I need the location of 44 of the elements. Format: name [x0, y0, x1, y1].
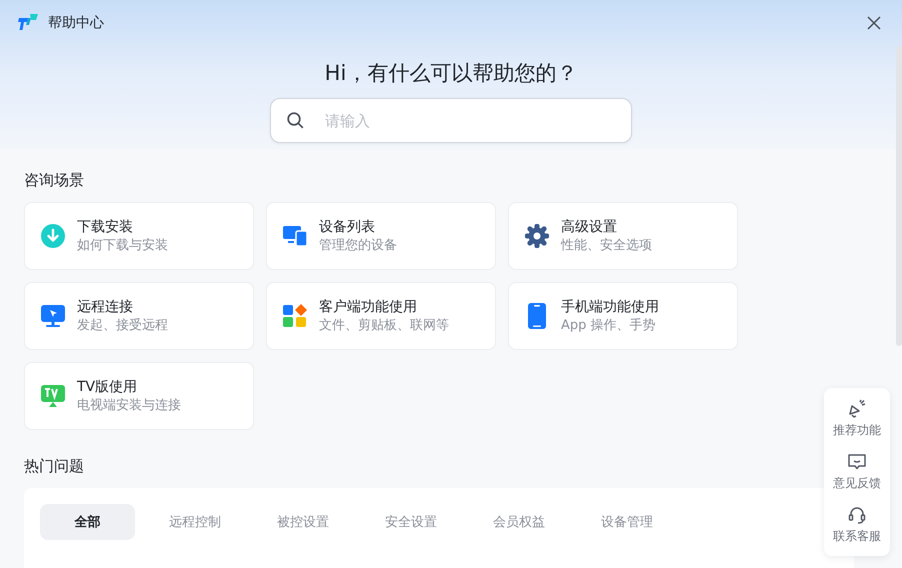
window-title: 帮助中心 [48, 14, 105, 32]
toolbar-label: 联系客服 [833, 528, 881, 546]
toolbar-label: 意见反馈 [833, 474, 881, 492]
card-subtitle: 性能、安全选项 [561, 236, 652, 254]
card-title: 客户端功能使用 [319, 298, 418, 316]
card-title: 下载安装 [77, 218, 134, 236]
headset-icon [847, 505, 867, 526]
gear-icon [525, 224, 549, 248]
close-icon[interactable] [866, 15, 882, 31]
section-heading: 热门问题 [24, 456, 84, 476]
monitor-cursor-icon [41, 304, 65, 328]
card-title: 远程连接 [77, 298, 134, 316]
category-tab[interactable]: 全部 [40, 504, 135, 540]
tv-icon [41, 385, 65, 407]
card-subtitle: 发起、接受远程 [77, 316, 168, 334]
toolbar-label: 推荐功能 [833, 422, 881, 439]
apps-grid-icon [283, 304, 307, 328]
card-subtitle: 如何下载与安装 [77, 236, 168, 254]
search-icon [287, 112, 304, 129]
phone-icon [528, 303, 546, 329]
card-subtitle: 管理您的设备 [319, 236, 397, 254]
scene-card[interactable]: 客户端功能使用 文件、剪贴板、联网等 [266, 282, 496, 350]
devices-icon [283, 225, 307, 247]
scene-card[interactable]: 设备列表 管理您的设备 [266, 202, 496, 270]
card-title: 高级设置 [561, 218, 618, 236]
scrollbar[interactable] [896, 46, 902, 346]
section-heading: 咨询场景 [24, 170, 84, 190]
card-subtitle: 电视端安装与连接 [77, 396, 181, 414]
card-subtitle: 文件、剪贴板、联网等 [319, 316, 449, 334]
scene-card[interactable]: 远程连接 发起、接受远程 [24, 282, 254, 350]
card-title: 手机端功能使用 [561, 298, 659, 316]
scene-card[interactable]: 手机端功能使用 App 操作、手势 [508, 282, 738, 350]
scene-card[interactable]: 高级设置 性能、安全选项 [508, 202, 738, 270]
card-title: 设备列表 [319, 218, 376, 236]
greeting-heading: Hi，有什么可以帮助您的？ [324, 60, 578, 87]
scene-card[interactable]: TV版使用 电视端安装与连接 [24, 362, 254, 430]
download-icon [41, 224, 65, 248]
chat-bubble-icon [847, 452, 867, 472]
search-field[interactable]: 请输入 [270, 98, 632, 143]
card-subtitle: App 操作、手势 [561, 316, 657, 334]
card-title: TV版使用 [77, 378, 138, 396]
logo-icon [18, 14, 38, 32]
scene-card[interactable]: 下载安装 如何下载与安装 [24, 202, 254, 270]
megaphone-icon [847, 398, 867, 419]
